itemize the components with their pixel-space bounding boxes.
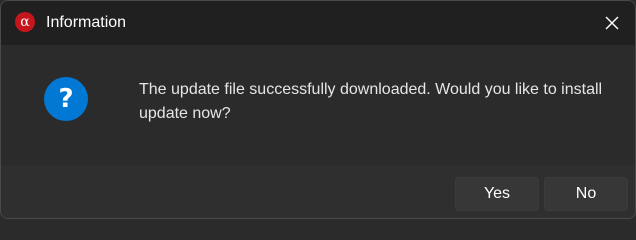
window-title: Information: [46, 14, 127, 31]
dialog-footer: Yes No: [1, 165, 635, 218]
information-dialog: α Information ? The update file successf…: [0, 0, 636, 219]
dialog-content: ? The update file successfully downloade…: [1, 45, 635, 165]
close-button[interactable]: [589, 1, 635, 45]
app-logo-icon: α: [15, 12, 35, 32]
dialog-message: The update file successfully downloaded.…: [139, 81, 603, 122]
title-bar: α Information: [1, 1, 635, 45]
yes-button[interactable]: Yes: [455, 177, 539, 211]
close-icon: [605, 16, 619, 30]
question-icon: ?: [44, 77, 88, 121]
no-button[interactable]: No: [544, 177, 628, 211]
